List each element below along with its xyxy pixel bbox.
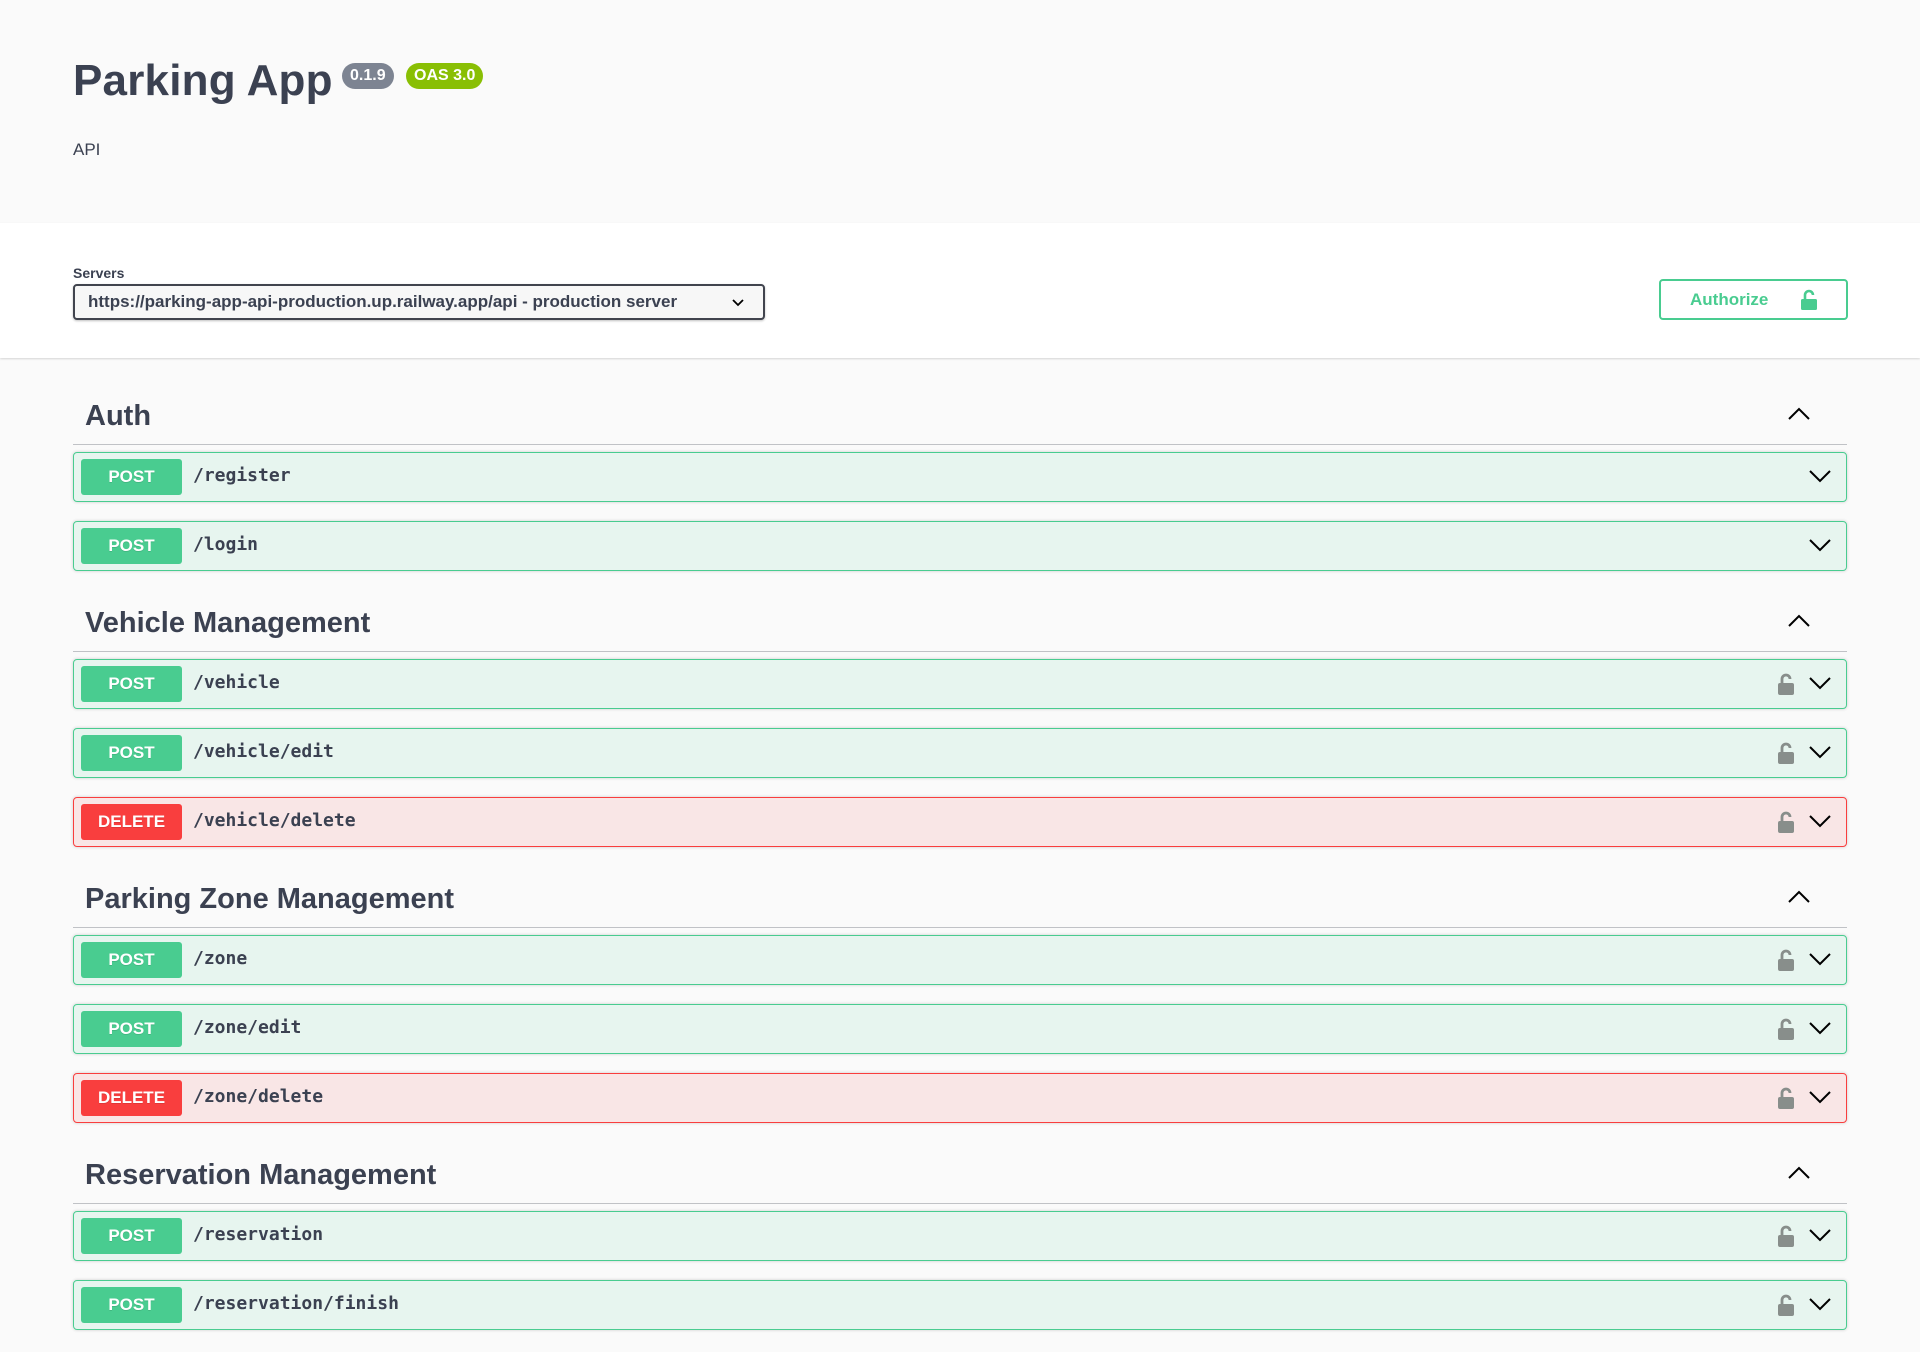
unlocked-lock-icon[interactable] (1776, 1086, 1796, 1110)
operation-path: /vehicle (193, 672, 280, 693)
operation-path: /register (193, 465, 291, 486)
chevron-down-icon (732, 299, 744, 307)
tag-section: Auth POST /register POST /login (73, 388, 1847, 571)
servers-selected-value: https://parking-app-api-production.up.ra… (88, 292, 678, 311)
chevron-down-icon[interactable] (1808, 813, 1832, 829)
api-info: Parking App 0.1.9 OAS 3.0 API (73, 0, 1847, 223)
chevron-down-icon[interactable] (1808, 1227, 1832, 1243)
unlocked-lock-icon[interactable] (1776, 1224, 1796, 1248)
operation-block[interactable]: POST /zone/edit (73, 1004, 1847, 1054)
method-badge: DELETE (81, 804, 182, 840)
unlocked-lock-icon[interactable] (1776, 741, 1796, 765)
operation-path: /zone (193, 948, 248, 969)
chevron-down-icon[interactable] (1808, 1089, 1832, 1105)
tag-section: Vehicle Management POST /vehicle POST /v… (73, 595, 1847, 847)
tag-header[interactable]: Parking Zone Management (73, 871, 1847, 928)
operation-path: /zone/edit (193, 1017, 302, 1038)
method-badge: POST (81, 1011, 182, 1047)
operation-path: /zone/delete (193, 1086, 324, 1107)
chevron-down-icon[interactable] (1808, 1296, 1832, 1312)
tag-section: Parking Zone Management POST /zone POST … (73, 871, 1847, 1123)
operation-block[interactable]: POST /reservation (73, 1211, 1847, 1261)
operation-block[interactable]: DELETE /vehicle/delete (73, 797, 1847, 847)
api-description: API (73, 140, 101, 159)
tag-name: Parking Zone Management (85, 883, 455, 915)
chevron-up-icon[interactable] (1787, 889, 1811, 905)
operation-path: /vehicle/delete (193, 810, 356, 831)
servers-select[interactable]: https://parking-app-api-production.up.ra… (73, 284, 765, 320)
operation-block[interactable]: POST /vehicle (73, 659, 1847, 709)
operation-block[interactable]: POST /vehicle/edit (73, 728, 1847, 778)
version-badge: 0.1.9 (342, 63, 394, 89)
chevron-down-icon[interactable] (1808, 1020, 1832, 1036)
authorize-label: Authorize (1690, 290, 1769, 309)
tag-name: Vehicle Management (85, 607, 371, 639)
tag-header[interactable]: Reservation Management (73, 1147, 1847, 1204)
unlocked-lock-icon[interactable] (1776, 948, 1796, 972)
unlocked-lock-icon[interactable] (1776, 1293, 1796, 1317)
operation-block[interactable]: POST /reservation/finish (73, 1280, 1847, 1330)
operations-list: POST /vehicle POST /vehicle/edit DELETE … (73, 659, 1847, 847)
unlocked-lock-icon[interactable] (1776, 672, 1796, 696)
chevron-down-icon[interactable] (1808, 537, 1832, 553)
method-badge: POST (81, 528, 182, 564)
operation-path: /vehicle/edit (193, 741, 334, 762)
method-badge: POST (81, 942, 182, 978)
operation-block[interactable]: DELETE /zone/delete (73, 1073, 1847, 1123)
operation-path: /login (193, 534, 259, 555)
tag-header[interactable]: Auth (73, 388, 1847, 445)
chevron-down-icon[interactable] (1808, 744, 1832, 760)
method-badge: POST (81, 735, 182, 771)
operations-list: POST /register POST /login (73, 452, 1847, 571)
api-title: Parking App (73, 56, 333, 105)
method-badge: POST (81, 1218, 182, 1254)
method-badge: POST (81, 459, 182, 495)
tag-header[interactable]: Vehicle Management (73, 595, 1847, 652)
operations-list: POST /zone POST /zone/edit DELETE /zone/… (73, 935, 1847, 1123)
operation-path: /reservation (193, 1224, 324, 1245)
method-badge: POST (81, 666, 182, 702)
operation-block[interactable]: POST /login (73, 521, 1847, 571)
unlocked-lock-icon[interactable] (1776, 810, 1796, 834)
chevron-up-icon[interactable] (1787, 1165, 1811, 1181)
chevron-down-icon[interactable] (1808, 675, 1832, 691)
tag-section: Reservation Management POST /reservation… (73, 1147, 1847, 1330)
unlocked-lock-icon[interactable] (1776, 1017, 1796, 1041)
operation-path: /reservation/finish (193, 1293, 399, 1314)
chevron-up-icon[interactable] (1787, 613, 1811, 629)
authorize-button[interactable]: Authorize (1659, 279, 1848, 320)
tag-name: Auth (85, 400, 152, 432)
method-badge: DELETE (81, 1080, 182, 1116)
method-badge: POST (81, 1287, 182, 1323)
tag-name: Reservation Management (85, 1159, 437, 1191)
chevron-down-icon[interactable] (1808, 468, 1832, 484)
operations-list: POST /reservation POST /reservation/fini… (73, 1211, 1847, 1330)
chevron-down-icon[interactable] (1808, 951, 1832, 967)
servers-label: Servers (73, 265, 125, 281)
oas-version-badge: OAS 3.0 (406, 63, 484, 89)
unlocked-lock-icon (1801, 289, 1817, 310)
operation-block[interactable]: POST /register (73, 452, 1847, 502)
chevron-up-icon[interactable] (1787, 406, 1811, 422)
operation-block[interactable]: POST /zone (73, 935, 1847, 985)
